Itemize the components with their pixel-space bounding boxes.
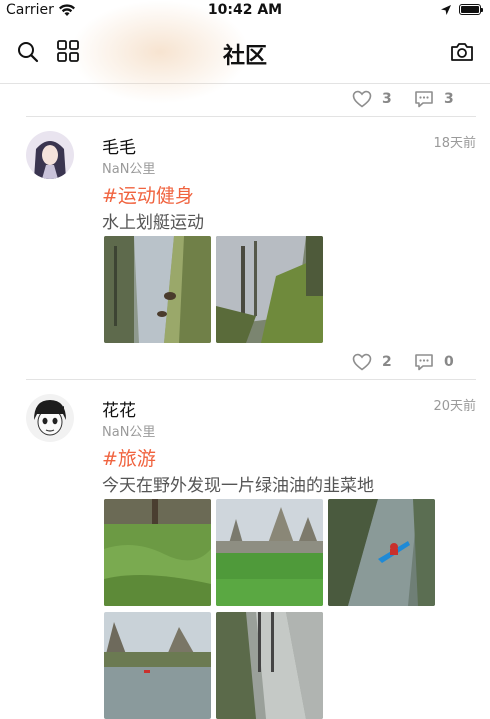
post-photo[interactable] (216, 236, 323, 343)
author-name[interactable]: 毛毛 (102, 133, 136, 158)
comment-icon[interactable] (414, 90, 434, 108)
avatar[interactable] (26, 131, 74, 179)
post-tag[interactable]: #旅游 (102, 444, 156, 471)
comment-count: 3 (444, 91, 454, 107)
battery-icon (459, 4, 483, 15)
like-count: 2 (382, 354, 392, 370)
heart-icon[interactable] (352, 90, 372, 108)
post-photo[interactable] (104, 499, 211, 606)
post-actions: 2 0 (352, 353, 476, 373)
post-content: 今天在野外发现一片绿油油的韭菜地 (102, 476, 374, 496)
post-time: 20天前 (433, 399, 476, 414)
divider (26, 379, 476, 380)
like-count: 3 (382, 91, 392, 107)
previous-post-actions: 3 3 (352, 90, 476, 110)
post-distance: NaN公里 (102, 162, 156, 177)
post-photo[interactable] (104, 612, 211, 719)
post-photo[interactable] (328, 499, 435, 606)
post-photo[interactable] (104, 236, 211, 343)
nav-bar: 社区 (0, 0, 490, 104)
location-arrow-icon (441, 5, 451, 15)
heart-icon[interactable] (352, 353, 372, 371)
post-distance: NaN公里 (102, 425, 156, 440)
comment-icon[interactable] (414, 353, 434, 371)
comment-count: 0 (444, 354, 454, 370)
post-photo[interactable] (216, 499, 323, 606)
page-title: 社区 (222, 44, 267, 69)
post-photo[interactable] (216, 612, 323, 719)
post-tag[interactable]: #运动健身 (102, 181, 194, 208)
divider (26, 116, 476, 117)
avatar[interactable] (26, 394, 74, 442)
post-content: 水上划艇运动 (102, 213, 204, 233)
camera-icon[interactable] (449, 40, 475, 64)
author-name[interactable]: 花花 (102, 396, 136, 421)
post-time: 18天前 (433, 136, 476, 151)
